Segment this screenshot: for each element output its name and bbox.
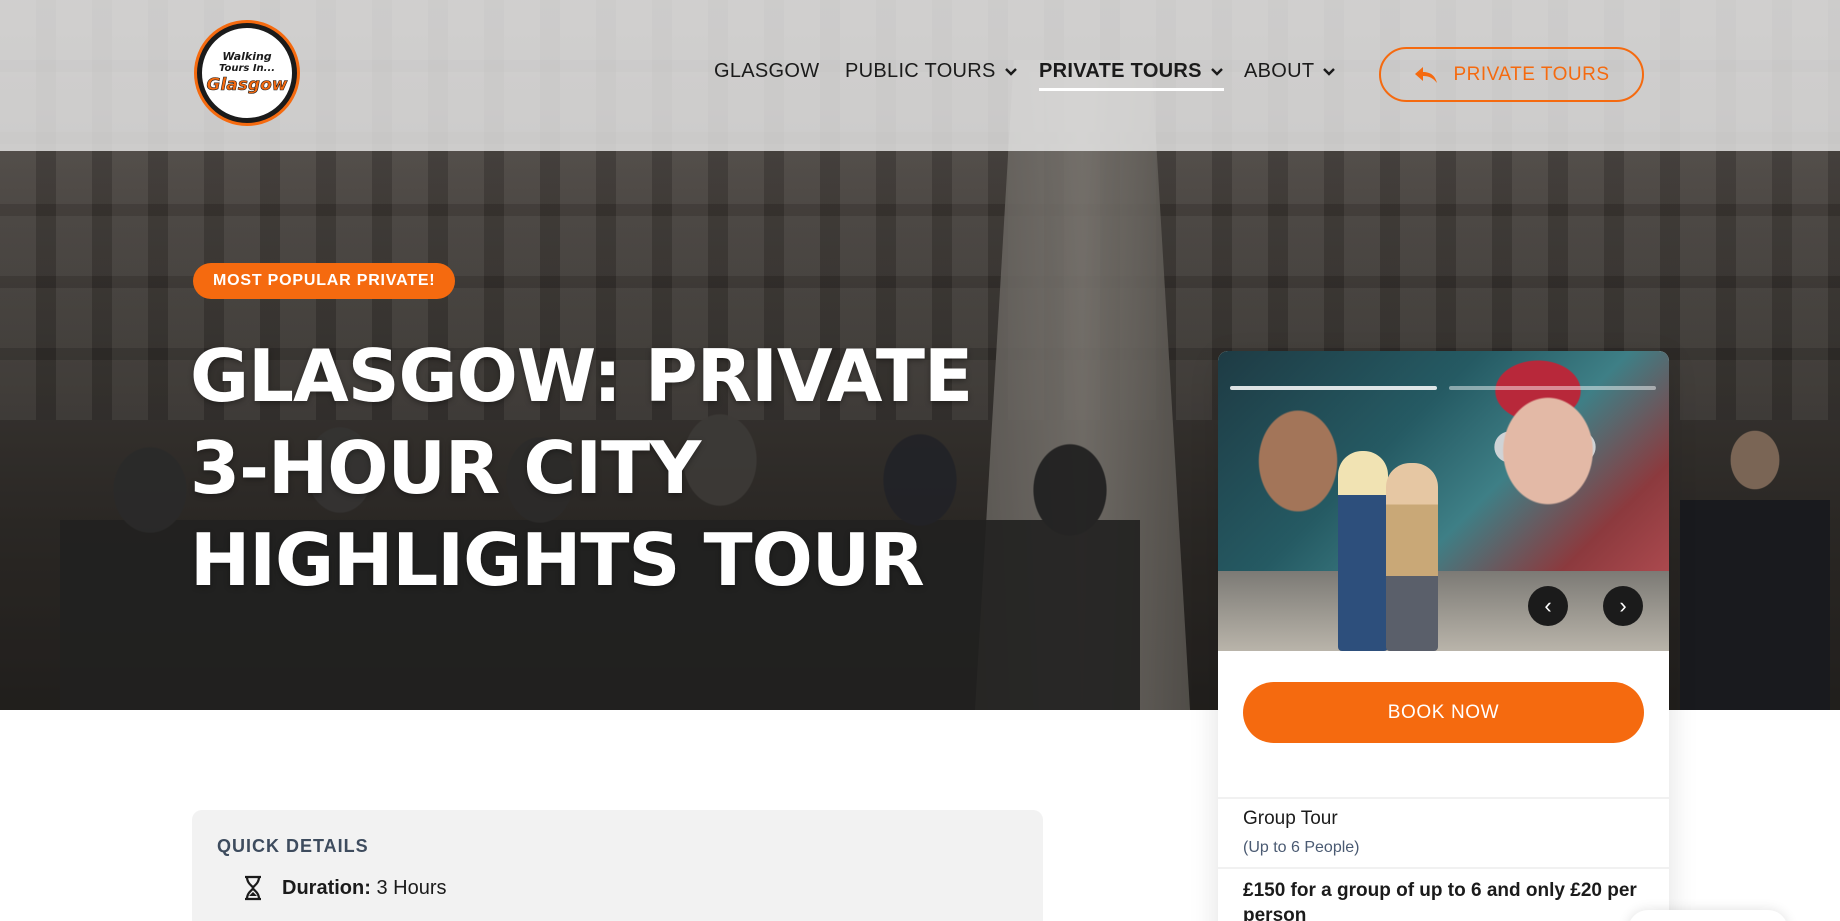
nav-item-about[interactable]: ABOUT bbox=[1244, 60, 1336, 83]
carousel-image-mural bbox=[1218, 351, 1669, 571]
chevron-down-icon bbox=[1210, 67, 1223, 76]
site-header: Walking Tours In... Glasgow GLASGOW PUBL… bbox=[0, 0, 1840, 151]
hourglass-icon bbox=[245, 875, 261, 901]
nav-item-label: GLASGOW bbox=[714, 60, 820, 82]
nav-item-public-tours[interactable]: PUBLIC TOURS bbox=[845, 60, 1018, 83]
carousel-image-ground bbox=[1218, 571, 1669, 651]
book-now-button[interactable]: BOOK NOW bbox=[1243, 682, 1644, 743]
carousel-progress-bar[interactable] bbox=[1449, 386, 1656, 390]
chevron-right-icon: › bbox=[1619, 593, 1627, 618]
duration-label: Duration: bbox=[282, 876, 371, 899]
nav-item-label: ABOUT bbox=[1244, 60, 1315, 82]
private-tours-button[interactable]: PRIVATE TOURS bbox=[1379, 47, 1644, 102]
group-tour-capacity: (Up to 6 People) bbox=[1243, 839, 1360, 856]
chevron-left-icon: ‹ bbox=[1544, 593, 1552, 618]
page: MOST POPULAR PRIVATE! GLASGOW: PRIVATE 3… bbox=[0, 0, 1840, 921]
quick-detail-row: Duration: 3 Hours bbox=[242, 875, 446, 901]
private-tours-button-label: PRIVATE TOURS bbox=[1453, 63, 1610, 85]
nav-item-label: PRIVATE TOURS bbox=[1039, 60, 1202, 82]
nav-item-label: PUBLIC TOURS bbox=[845, 60, 996, 82]
back-arrow-icon bbox=[1415, 66, 1438, 83]
quick-details-title: QUICK DETAILS bbox=[217, 836, 369, 856]
page-title: GLASGOW: PRIVATE 3-HOUR CITY HIGHLIGHTS … bbox=[190, 334, 973, 602]
popular-badge: MOST POPULAR PRIVATE! bbox=[193, 263, 456, 299]
chat-widget[interactable] bbox=[1628, 910, 1788, 921]
booking-card: ‹ › BOOK NOW Group Tour (Up to 6 People)… bbox=[1218, 351, 1669, 921]
carousel-prev-button[interactable]: ‹ bbox=[1528, 586, 1568, 626]
carousel-next-button[interactable]: › bbox=[1603, 586, 1643, 626]
nav-item-private-tours[interactable]: PRIVATE TOURS bbox=[1039, 60, 1224, 91]
carousel-progress-bar[interactable] bbox=[1230, 386, 1437, 390]
nav-item-glasgow[interactable]: GLASGOW bbox=[714, 60, 819, 83]
card-divider bbox=[1218, 797, 1669, 799]
carousel-image-person bbox=[1386, 463, 1438, 651]
tour-image-carousel[interactable]: ‹ › bbox=[1218, 351, 1669, 651]
chevron-down-icon bbox=[1004, 67, 1017, 76]
quick-details-panel: QUICK DETAILS Duration: 3 Hours bbox=[192, 810, 1043, 921]
price-text: £150 for a group of up to 6 and only £20… bbox=[1243, 880, 1637, 921]
chevron-down-icon bbox=[1323, 67, 1336, 76]
group-tour-title: Group Tour bbox=[1243, 808, 1338, 829]
card-divider bbox=[1218, 867, 1669, 869]
carousel-image-person bbox=[1338, 451, 1388, 651]
duration-value: 3 Hours bbox=[376, 876, 447, 899]
